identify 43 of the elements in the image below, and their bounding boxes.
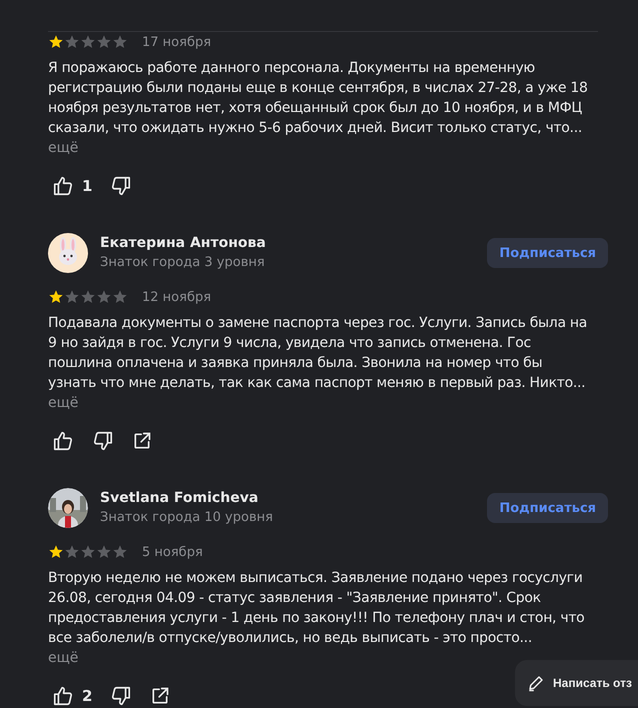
star-icon <box>64 544 80 560</box>
thumbs-up-icon <box>52 685 74 707</box>
author-level: Знаток города 10 уровня <box>100 509 274 527</box>
star-icon <box>80 34 96 50</box>
star-icon <box>96 34 112 50</box>
share-icon <box>150 686 170 706</box>
thumbs-down-icon <box>92 430 114 452</box>
thumbs-up-icon <box>52 175 74 197</box>
star-icon <box>112 289 128 305</box>
author-name[interactable]: Svetlana Fomicheva <box>100 489 488 508</box>
more-link[interactable]: ещё <box>48 393 78 413</box>
like-button[interactable]: 2 <box>48 684 96 708</box>
star-icon <box>48 34 64 50</box>
more-link[interactable]: ещё <box>48 138 78 158</box>
subscribe-button[interactable]: Подписаться <box>487 238 608 268</box>
subscribe-button[interactable]: Подписаться <box>487 493 608 523</box>
more-link[interactable]: ещё <box>48 648 78 668</box>
write-review-button[interactable]: Написать отз <box>515 660 638 706</box>
star-icon <box>96 544 112 560</box>
like-button[interactable]: 1 <box>48 174 96 198</box>
star-icon <box>64 289 80 305</box>
star-icon <box>112 34 128 50</box>
author-level: Знаток города 3 уровня <box>100 254 266 272</box>
author-name[interactable]: Екатерина Антонова <box>100 234 488 253</box>
star-icon <box>48 289 64 305</box>
thumbs-down-icon <box>110 175 132 197</box>
share-icon <box>132 431 152 451</box>
star-icon <box>112 544 128 560</box>
thumbs-up-icon <box>52 430 74 452</box>
avatar-icon[interactable] <box>48 233 88 273</box>
thumbs-down-icon <box>110 685 132 707</box>
star-icon <box>64 34 80 50</box>
review-text: Подавала документы о замене паспорта через гос. Услуги. Запись была на 9 но зайдя в гос. Услуги 9 числа, увидела что запись отменена. Гос пошлина оплачена и заявка приняла была. Звонила на номер что бы узнать что мне делать, так как сама паспорт меняю в первый раз. Никто... <box>48 314 588 393</box>
review-text: Вторую неделю не можем выписаться. Заявление подано через госуслуги 26.08, сегодня 04.09 - статус заявления - "Заявление принято". Срок предоставления услуги - 1 день по закону!!! По телефону плач и стон, что все заболели/в отпуске/уволились, но ведь выписать - это просто... <box>48 569 586 648</box>
review-date: 5 ноября <box>142 544 203 560</box>
pencil-icon <box>527 674 545 692</box>
star-icon <box>80 289 96 305</box>
review-text: Я поражаюсь работе данного персонала. Документы на временную регистрацию были поданы еще в конце сентября, в числах 27-28, а уже 18 ноября результатов нет, хотя обещанный срок был до 10 ноября, и в МФЦ сказали, что ожидать нужно 5-6 рабочих дней. Висит только статус, что... <box>48 59 589 138</box>
star-icon <box>48 544 64 560</box>
star-icon <box>96 289 112 305</box>
review-date: 17 ноября <box>142 34 212 50</box>
review-date: 12 ноября <box>142 290 212 304</box>
star-icon <box>80 544 96 560</box>
